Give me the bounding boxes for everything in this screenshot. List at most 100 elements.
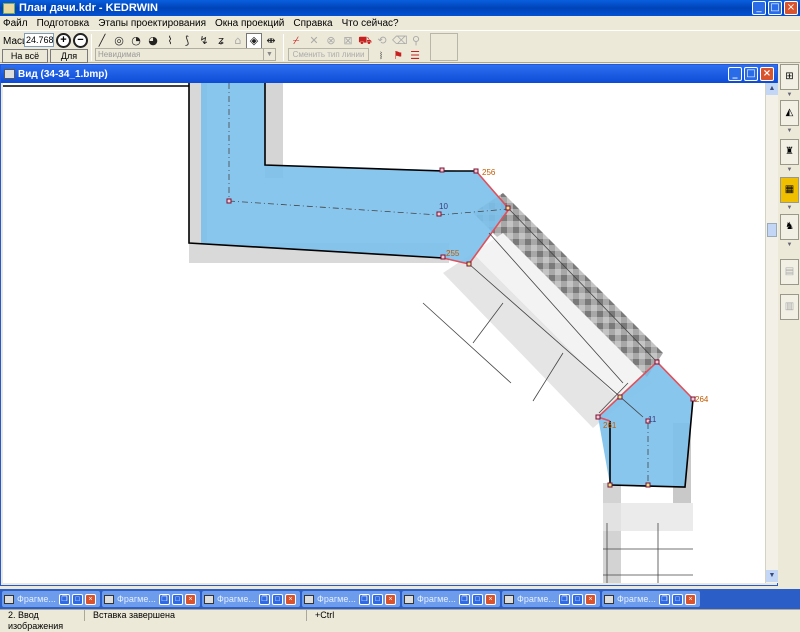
disabled-layers-icon[interactable]: ▥ — [780, 294, 799, 320]
drawing-svg: 256 10 255 11 264 261 — [3, 83, 709, 583]
circle-tool-icon[interactable]: ◎ — [111, 33, 127, 49]
split-tool-icon[interactable]: ⇼ — [263, 33, 279, 49]
list-icon[interactable]: ☰ — [407, 48, 423, 64]
fragment-icon — [4, 594, 14, 604]
hook-tool-icon[interactable]: ʑ — [213, 33, 229, 49]
maximize-icon[interactable]: □ — [672, 593, 683, 605]
mirror-icon[interactable]: ⧘ — [373, 48, 389, 64]
close-button[interactable]: × — [784, 1, 798, 15]
fragment-icon — [604, 594, 614, 604]
fragment-tab[interactable]: Фрагме... ❐ □ × — [2, 591, 100, 607]
scale-input[interactable] — [24, 33, 54, 47]
fragment-tab[interactable]: Фрагме... ❐ □ × — [502, 591, 600, 607]
menu-prepare[interactable]: Подготовка — [37, 18, 90, 29]
title-bar: План дачи.kdr - KEDRWIN _ □ × — [0, 0, 800, 16]
maximize-icon[interactable]: □ — [572, 593, 583, 605]
restore-icon[interactable]: ❐ — [659, 593, 670, 605]
pin-icon[interactable]: ⚲ — [408, 33, 424, 49]
curve-tool-icon[interactable]: ⌇ — [162, 33, 178, 49]
menu-file[interactable]: Файл — [3, 18, 28, 29]
hatch-tool-icon[interactable]: ⊠ — [340, 33, 356, 49]
restore-icon[interactable]: ❐ — [459, 593, 470, 605]
fragment-tab[interactable]: Фрагме... ❐ □ × — [202, 591, 300, 607]
window-icon — [4, 69, 15, 79]
close-icon[interactable]: × — [485, 593, 496, 605]
fit-window-button[interactable]: На всё окно — [2, 49, 48, 73]
view-window-title: Вид (34-34_1.bmp) — [18, 68, 108, 80]
disabled-panel-tool-icon[interactable]: ▤ — [780, 259, 799, 285]
layout-tool-icon[interactable]: ⊞ — [780, 64, 799, 90]
close-icon[interactable]: × — [685, 593, 696, 605]
flag-icon[interactable]: ⚑ — [390, 48, 406, 64]
line-type-select[interactable]: Невидимая ▼ — [95, 48, 276, 61]
chevron-down-icon[interactable]: ▼ — [781, 128, 798, 134]
child-minimize-button[interactable]: _ — [728, 67, 742, 81]
menu-help[interactable]: Справка — [293, 18, 332, 29]
fragment-tab[interactable]: Фрагме... ❐ □ × — [402, 591, 500, 607]
spline-tool-icon[interactable]: ⟆ — [179, 33, 195, 49]
vertical-scrollbar[interactable]: ▲ ▼ — [765, 83, 778, 583]
status-modifier: +Ctrl — [315, 610, 335, 620]
restore-icon[interactable]: ❐ — [559, 593, 570, 605]
point-label-264: 264 — [695, 395, 709, 404]
close-icon[interactable]: × — [385, 593, 396, 605]
drawing-canvas[interactable]: 256 10 255 11 264 261 — [3, 83, 765, 583]
maximize-icon[interactable]: □ — [172, 593, 183, 605]
rotate-tool-icon[interactable]: ⟲ — [374, 33, 390, 49]
maximize-icon[interactable]: □ — [372, 593, 383, 605]
close-icon[interactable]: × — [585, 593, 596, 605]
child-maximize-button[interactable]: □ — [744, 67, 758, 81]
zoom-in-icon[interactable]: + — [56, 33, 71, 48]
scroll-down-icon[interactable]: ▼ — [766, 570, 778, 582]
arc-three-point-icon[interactable]: ◕ — [145, 33, 161, 49]
fragment-tab[interactable]: Фрагме... ❐ □ × — [302, 591, 400, 607]
cross-tool-icon[interactable]: ✕ — [306, 33, 322, 49]
maximize-icon[interactable]: □ — [72, 593, 83, 605]
disabled-tool-icon[interactable]: ⌂ — [230, 33, 246, 49]
app-title: План дачи.kdr - KEDRWIN — [19, 2, 158, 14]
cross-circle-icon[interactable]: ⊗ — [323, 33, 339, 49]
close-icon[interactable]: × — [85, 593, 96, 605]
chevron-down-icon[interactable]: ▼ — [781, 92, 798, 98]
view-window: Вид (34-34_1.bmp) _ □ × 256 10 255 11 26… — [0, 64, 778, 586]
menu-whats-this[interactable]: Что сейчас? — [342, 18, 399, 29]
close-icon[interactable]: × — [285, 593, 296, 605]
eraser-icon[interactable]: ⌫ — [391, 33, 408, 49]
child-close-button[interactable]: × — [760, 67, 774, 81]
chevron-down-icon: ▼ — [263, 49, 275, 60]
zoom-out-icon[interactable]: − — [73, 33, 88, 48]
triangle-tool-icon[interactable]: ◭ — [780, 100, 799, 126]
chevron-down-icon[interactable]: ▼ — [781, 242, 798, 248]
change-line-type-button[interactable]: Сменить тип линии — [288, 48, 369, 61]
highlighted-tool-icon[interactable]: ▦ — [780, 177, 799, 203]
scroll-up-icon[interactable]: ▲ — [766, 83, 778, 95]
polyline-tool-icon[interactable]: ↯ — [196, 33, 212, 49]
trolley-icon[interactable]: ⛟ — [357, 33, 373, 49]
maximize-icon[interactable]: □ — [472, 593, 483, 605]
minimize-button[interactable]: _ — [752, 1, 766, 15]
chevron-down-icon[interactable]: ▼ — [781, 205, 798, 211]
fit-all-button[interactable]: Для всех — [50, 49, 88, 73]
fragment-tab[interactable]: Фрагме... ❐ □ × — [102, 591, 200, 607]
chevron-down-icon[interactable]: ▼ — [781, 167, 798, 173]
restore-icon[interactable]: ❐ — [259, 593, 270, 605]
close-icon[interactable]: × — [185, 593, 196, 605]
line-tool-icon[interactable]: ╱ — [94, 33, 110, 49]
maximize-icon[interactable]: □ — [272, 593, 283, 605]
menu-projection-windows[interactable]: Окна проекций — [215, 18, 284, 29]
chess-tool-icon[interactable]: ♞ — [780, 214, 799, 240]
status-message: Вставка завершена — [85, 610, 307, 621]
line-check-icon[interactable]: ⌿ — [288, 33, 304, 49]
snap-point-icon[interactable]: ◈ — [246, 33, 262, 49]
maximize-button[interactable]: □ — [768, 1, 782, 15]
fragment-icon — [404, 594, 414, 604]
restore-icon[interactable]: ❐ — [359, 593, 370, 605]
menu-design-stages[interactable]: Этапы проектирования — [98, 18, 206, 29]
restore-icon[interactable]: ❐ — [59, 593, 70, 605]
scroll-thumb[interactable] — [767, 223, 777, 237]
tower-tool-icon[interactable]: ♜ — [780, 139, 799, 165]
restore-icon[interactable]: ❐ — [159, 593, 170, 605]
fragment-tab[interactable]: Фрагме... ❐ □ × — [602, 591, 700, 607]
toolbar: Масшт + − На всё окно Для всех ╱ ◎ ◔ ◕ ⌇… — [0, 30, 800, 73]
arc-tool-icon[interactable]: ◔ — [128, 33, 144, 49]
